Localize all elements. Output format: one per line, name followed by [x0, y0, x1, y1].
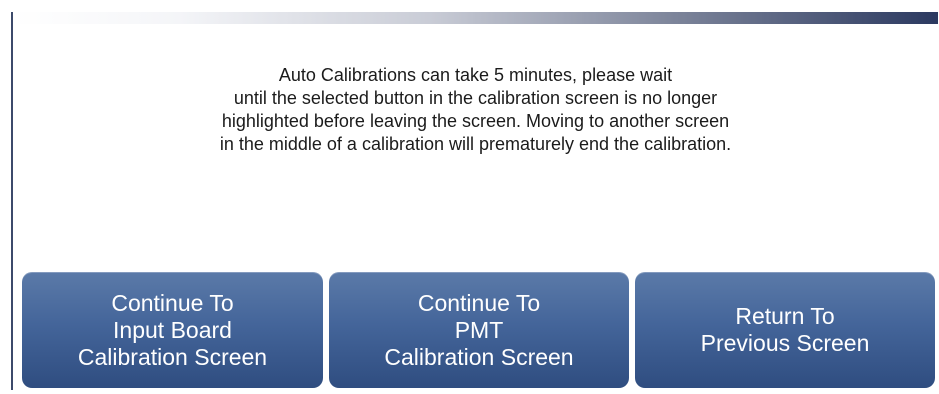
continue-to-input-board-calibration-button[interactable]: Continue To Input Board Calibration Scre…: [22, 272, 323, 388]
message-line: highlighted before leaving the screen. M…: [221, 111, 730, 131]
button-label-line: Input Board: [113, 316, 232, 343]
button-label-line: Continue To: [417, 289, 541, 316]
return-to-previous-screen-button[interactable]: Return To Previous Screen: [635, 272, 935, 388]
button-label-line: Previous Screen: [700, 330, 870, 356]
calibration-warning-screen: Auto Calibrations can take 5 minutes, pl…: [0, 0, 939, 394]
continue-to-pmt-calibration-button[interactable]: Continue To PMT Calibration Screen: [329, 272, 629, 388]
message-line: Auto Calibrations can take 5 minutes, pl…: [278, 65, 673, 85]
button-label-line: Calibration Screen: [384, 343, 574, 370]
button-label-line: Return To: [735, 303, 835, 329]
message-line: until the selected button in the calibra…: [233, 88, 718, 108]
button-label-line: Calibration Screen: [77, 343, 268, 370]
action-button-row: Continue To Input Board Calibration Scre…: [22, 272, 935, 388]
calibration-warning-message: Auto Calibrations can take 5 minutes, pl…: [13, 64, 938, 156]
message-line: in the middle of a calibration will prem…: [219, 134, 732, 154]
button-label-line: PMT: [454, 316, 504, 343]
button-label-line: Continue To: [111, 289, 234, 316]
header-gradient-bar: [13, 12, 938, 24]
